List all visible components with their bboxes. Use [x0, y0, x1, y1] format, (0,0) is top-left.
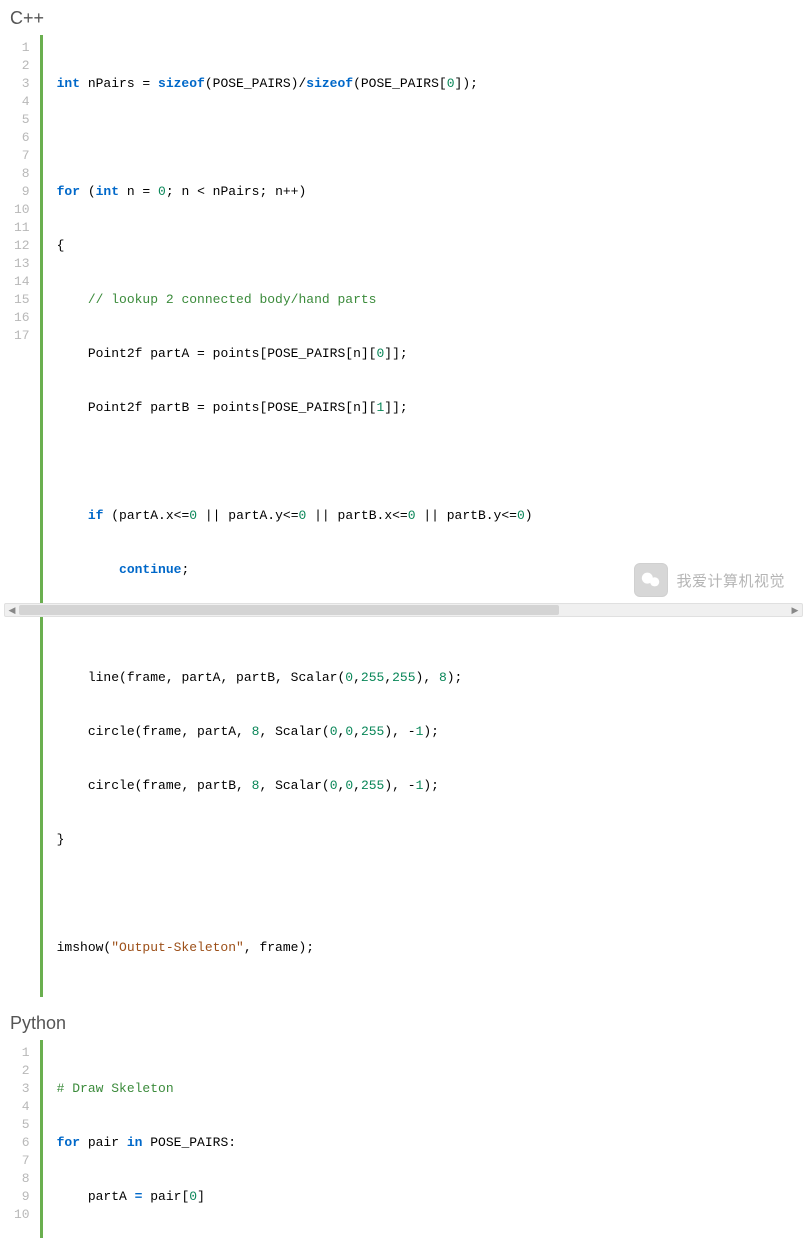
python-heading: Python — [0, 1005, 807, 1040]
horizontal-scrollbar[interactable]: ◀ ▶ — [4, 603, 803, 617]
line-number: 5 — [14, 111, 30, 129]
code-line: partA = pair[0] — [57, 1188, 712, 1206]
code-line: int nPairs = sizeof(POSE_PAIRS)/sizeof(P… — [57, 75, 533, 93]
line-number: 13 — [14, 255, 30, 273]
code-line: for (int n = 0; n < nPairs; n++) — [57, 183, 533, 201]
code-line: } — [57, 831, 533, 849]
line-number: 8 — [14, 165, 30, 183]
line-number: 5 — [14, 1116, 30, 1134]
cpp-code-body: int nPairs = sizeof(POSE_PAIRS)/sizeof(P… — [40, 35, 533, 997]
line-number: 3 — [14, 1080, 30, 1098]
code-line: continue; — [57, 561, 533, 579]
line-number: 8 — [14, 1170, 30, 1188]
line-number: 10 — [14, 201, 30, 219]
code-line: imshow("Output-Skeleton", frame); — [57, 939, 533, 957]
line-number: 11 — [14, 219, 30, 237]
code-line — [57, 885, 533, 903]
scroll-left-button[interactable]: ◀ — [5, 604, 19, 616]
line-number: 2 — [14, 57, 30, 75]
cpp-heading: C++ — [0, 0, 807, 35]
code-line — [57, 453, 533, 471]
line-number: 9 — [14, 1188, 30, 1206]
line-number: 9 — [14, 183, 30, 201]
python-code-body: # Draw Skeleton for pair in POSE_PAIRS: … — [40, 1040, 712, 1238]
line-number: 1 — [14, 39, 30, 57]
line-number: 15 — [14, 291, 30, 309]
line-number: 4 — [14, 1098, 30, 1116]
scroll-thumb[interactable] — [19, 605, 559, 615]
code-line: // lookup 2 connected body/hand parts — [57, 291, 533, 309]
code-line: # Draw Skeleton — [57, 1080, 712, 1098]
line-number: 4 — [14, 93, 30, 111]
line-number: 3 — [14, 75, 30, 93]
line-number: 7 — [14, 147, 30, 165]
line-number: 16 — [14, 309, 30, 327]
line-number: 12 — [14, 237, 30, 255]
watermark-text: 我爱计算机视觉 — [676, 570, 785, 591]
scroll-right-button[interactable]: ▶ — [788, 604, 802, 616]
line-number: 1 — [14, 1044, 30, 1062]
line-number: 7 — [14, 1152, 30, 1170]
code-line: { — [57, 237, 533, 255]
line-number: 6 — [14, 129, 30, 147]
line-number: 14 — [14, 273, 30, 291]
python-gutter: 1 2 3 4 5 6 7 8 9 10 — [8, 1040, 40, 1238]
code-line — [57, 615, 533, 633]
line-number: 6 — [14, 1134, 30, 1152]
python-code-block: 1 2 3 4 5 6 7 8 9 10 # Draw Skeleton for… — [8, 1040, 799, 1238]
wechat-icon — [634, 563, 668, 597]
code-line: circle(frame, partB, 8, Scalar(0,0,255),… — [57, 777, 533, 795]
code-line: Point2f partA = points[POSE_PAIRS[n][0]]… — [57, 345, 533, 363]
cpp-code-block: 1 2 3 4 5 6 7 8 9 10 11 12 13 14 15 16 1… — [8, 35, 799, 997]
code-line — [57, 129, 533, 147]
line-number: 10 — [14, 1206, 30, 1224]
line-number: 2 — [14, 1062, 30, 1080]
watermark: 我爱计算机视觉 — [634, 563, 785, 597]
line-number: 17 — [14, 327, 30, 345]
cpp-gutter: 1 2 3 4 5 6 7 8 9 10 11 12 13 14 15 16 1… — [8, 35, 40, 997]
code-line: if (partA.x<=0 || partA.y<=0 || partB.x<… — [57, 507, 533, 525]
code-line: for pair in POSE_PAIRS: — [57, 1134, 712, 1152]
code-line: circle(frame, partA, 8, Scalar(0,0,255),… — [57, 723, 533, 741]
code-line: line(frame, partA, partB, Scalar(0,255,2… — [57, 669, 533, 687]
code-line: Point2f partB = points[POSE_PAIRS[n][1]]… — [57, 399, 533, 417]
